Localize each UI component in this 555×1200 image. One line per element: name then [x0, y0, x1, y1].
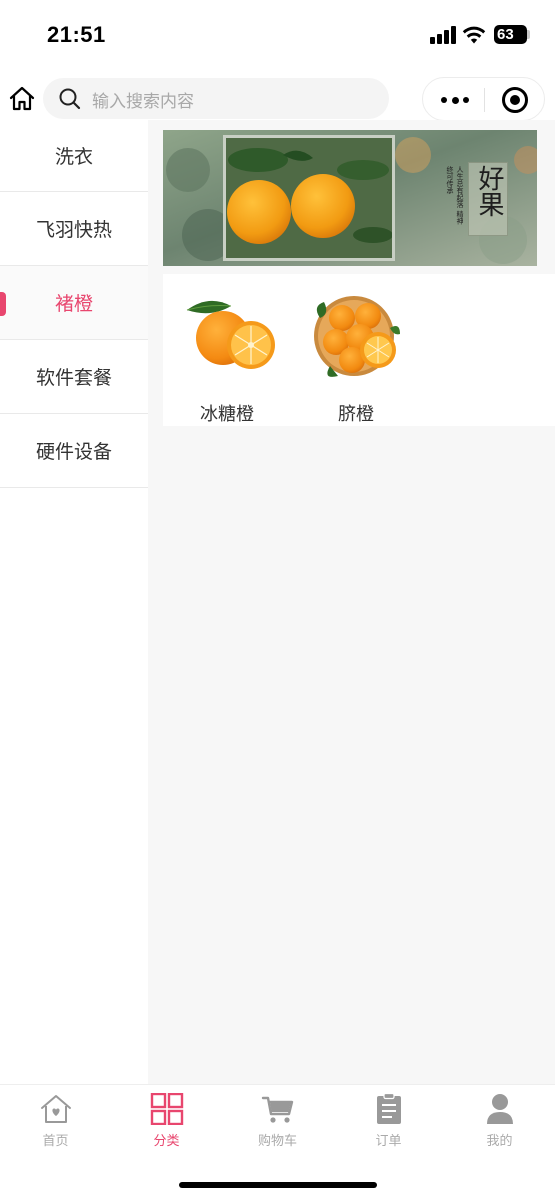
miniprogram-capsule	[422, 77, 545, 121]
category-sidebar: 洗衣 飞羽快热 褚橙 软件套餐 硬件设备	[0, 120, 148, 1084]
battery-cap	[527, 30, 530, 39]
grid-icon	[150, 1093, 184, 1125]
active-indicator	[0, 292, 6, 316]
sidebar-item-label: 硬件设备	[35, 441, 112, 463]
tab-mine[interactable]: 我的	[444, 1085, 555, 1155]
sidebar-item-label: 飞羽快热	[35, 219, 112, 241]
product-image-bingtang-orange	[186, 300, 275, 369]
product-name: 脐橙	[338, 404, 374, 425]
tab-orders[interactable]: 订单	[333, 1085, 444, 1155]
tab-cart[interactable]: 购物车	[222, 1085, 333, 1155]
home-icon	[41, 1095, 71, 1123]
tab-label: 首页	[42, 1134, 69, 1149]
tab-label: 订单	[375, 1134, 402, 1149]
close-miniprogram-icon[interactable]	[502, 87, 528, 113]
category-content: 人生总有起落 精神终可传承 好果 冰糖橙 脐橙	[148, 120, 555, 1084]
sidebar-item-label: 褚橙	[54, 293, 93, 315]
user-icon	[487, 1094, 513, 1124]
clipboard-icon	[377, 1093, 401, 1124]
search-bar[interactable]: 输入搜索内容	[43, 78, 389, 119]
banner-title-box: 好果	[468, 162, 508, 236]
product-item[interactable]: 冰糖橙	[172, 288, 282, 425]
battery-icon: 63	[494, 25, 527, 44]
tab-home[interactable]: 首页	[0, 1085, 111, 1155]
more-icon[interactable]	[441, 96, 469, 104]
search-input[interactable]: 输入搜索内容	[92, 87, 194, 112]
cellular-signal-icon	[430, 26, 456, 44]
status-bar: 21:51 63	[0, 0, 555, 70]
search-icon	[59, 88, 81, 110]
battery-level: 63	[497, 26, 514, 43]
product-image-navel-orange	[314, 296, 400, 377]
sidebar-item-chucheng[interactable]: 褚橙	[0, 266, 148, 340]
category-banner[interactable]: 人生总有起落 精神终可传承 好果	[163, 130, 537, 266]
sidebar-item-software[interactable]: 软件套餐	[0, 340, 148, 414]
tab-label: 购物车	[257, 1134, 297, 1149]
bottom-tab-bar: 首页 分类 购物车 订单 我的	[0, 1084, 555, 1154]
sidebar-item-laundry[interactable]: 洗衣	[0, 120, 148, 192]
cart-icon	[261, 1096, 294, 1123]
product-name: 冰糖橙	[200, 404, 254, 425]
sidebar-item-label: 洗衣	[54, 146, 93, 168]
status-time: 21:51	[47, 22, 106, 47]
home-icon[interactable]	[8, 85, 36, 113]
tab-label: 我的	[486, 1134, 513, 1149]
wifi-icon	[462, 26, 486, 44]
sidebar-item-label: 软件套餐	[35, 367, 112, 389]
product-item[interactable]: 脐橙	[301, 288, 411, 425]
tab-label: 分类	[153, 1134, 180, 1149]
sidebar-item-hardware[interactable]: 硬件设备	[0, 414, 148, 488]
home-indicator	[179, 1182, 377, 1188]
product-grid: 冰糖橙 脐橙	[163, 274, 555, 426]
sidebar-item-feiyu[interactable]: 飞羽快热	[0, 192, 148, 266]
banner-frame	[223, 135, 395, 261]
banner-poem: 人生总有起落 精神终可传承	[446, 166, 464, 225]
banner-title: 好果	[474, 165, 504, 217]
capsule-divider	[484, 88, 485, 112]
tab-category[interactable]: 分类	[111, 1085, 222, 1155]
